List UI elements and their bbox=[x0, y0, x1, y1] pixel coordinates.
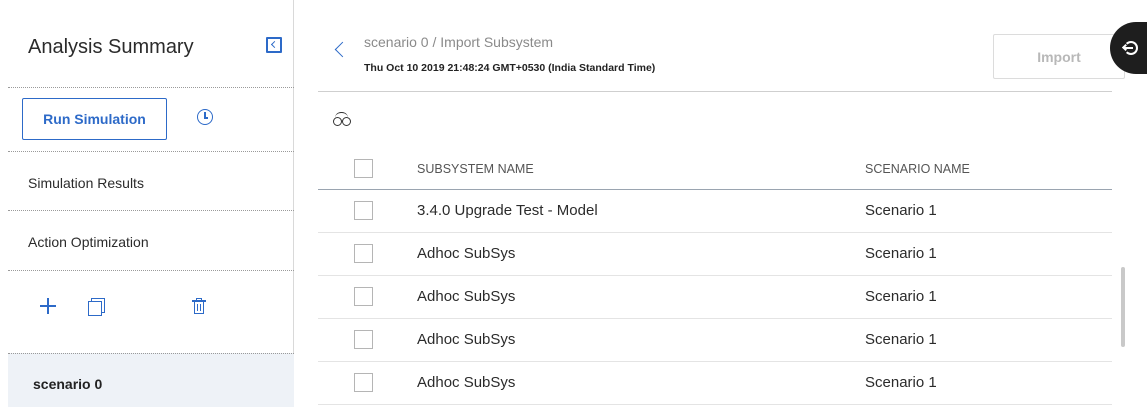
select-all-checkbox[interactable] bbox=[354, 159, 373, 178]
table-body: 3.4.0 Upgrade Test - Model Scenario 1 Ad… bbox=[318, 190, 1112, 407]
column-header-subsystem[interactable]: SUBSYSTEM NAME bbox=[417, 162, 534, 176]
row-checkbox[interactable] bbox=[354, 244, 373, 263]
divider bbox=[318, 91, 1112, 92]
scrollbar[interactable] bbox=[1121, 267, 1125, 347]
row-checkbox[interactable] bbox=[354, 373, 373, 392]
divider bbox=[8, 151, 294, 152]
cell-subsystem: Adhoc SubSys bbox=[417, 331, 516, 348]
app-window: Analysis Summary Run Simulation Simulati… bbox=[0, 0, 1147, 407]
column-header-scenario[interactable]: SCENARIO NAME bbox=[865, 162, 970, 176]
table-row[interactable]: Adhoc SubSys Scenario 1 bbox=[318, 362, 1112, 405]
table-row[interactable]: Adhoc SubSys Scenario 1 bbox=[318, 276, 1112, 319]
history-icon[interactable] bbox=[197, 109, 213, 125]
cell-scenario: Scenario 1 bbox=[865, 331, 937, 348]
table-row[interactable]: 3.4.0 Upgrade Test - Model Scenario 1 bbox=[318, 190, 1112, 233]
breadcrumb: scenario 0 / Import Subsystem bbox=[364, 34, 554, 50]
cell-scenario: Scenario 1 bbox=[865, 374, 937, 391]
cell-subsystem: 3.4.0 Upgrade Test - Model bbox=[417, 202, 598, 219]
exit-icon bbox=[1121, 38, 1141, 58]
divider bbox=[8, 87, 294, 88]
divider bbox=[8, 210, 294, 211]
import-button[interactable]: Import bbox=[993, 34, 1125, 79]
cell-subsystem: Adhoc SubSys bbox=[417, 288, 516, 305]
chevron-left-icon[interactable] bbox=[334, 41, 351, 58]
divider bbox=[8, 270, 294, 271]
cell-scenario: Scenario 1 bbox=[865, 245, 937, 262]
collapse-panel-icon[interactable] bbox=[266, 37, 282, 53]
cell-subsystem: Adhoc SubSys bbox=[417, 245, 516, 262]
row-checkbox[interactable] bbox=[354, 287, 373, 306]
cell-scenario: Scenario 1 bbox=[865, 202, 937, 219]
run-simulation-button[interactable]: Run Simulation bbox=[22, 98, 167, 140]
cell-scenario: Scenario 1 bbox=[865, 288, 937, 305]
plus-icon[interactable] bbox=[40, 298, 56, 314]
table-row[interactable]: Adhoc SubSys Scenario 1 bbox=[318, 319, 1112, 362]
trash-icon[interactable] bbox=[192, 298, 206, 314]
sidebar: Analysis Summary Run Simulation Simulati… bbox=[0, 0, 294, 407]
table-header: SUBSYSTEM NAME SCENARIO NAME bbox=[318, 150, 1112, 190]
table-row[interactable]: Adhoc SubSys Scenario 1 bbox=[318, 233, 1112, 276]
subsystem-table: SUBSYSTEM NAME SCENARIO NAME 3.4.0 Upgra… bbox=[318, 150, 1112, 407]
scenario-list-item[interactable]: scenario 0 bbox=[8, 353, 294, 407]
scenario-name: scenario 0 bbox=[33, 376, 103, 392]
binoculars-icon[interactable] bbox=[333, 112, 353, 126]
sidebar-title: Analysis Summary bbox=[28, 36, 194, 58]
timestamp: Thu Oct 10 2019 21:48:24 GMT+0530 (India… bbox=[364, 62, 656, 74]
sidebar-item-action-optimization[interactable]: Action Optimization bbox=[28, 234, 149, 250]
copy-icon[interactable] bbox=[88, 298, 105, 316]
row-checkbox[interactable] bbox=[354, 201, 373, 220]
cell-subsystem: Adhoc SubSys bbox=[417, 374, 516, 391]
sidebar-item-simulation-results[interactable]: Simulation Results bbox=[28, 175, 144, 191]
row-checkbox[interactable] bbox=[354, 330, 373, 349]
